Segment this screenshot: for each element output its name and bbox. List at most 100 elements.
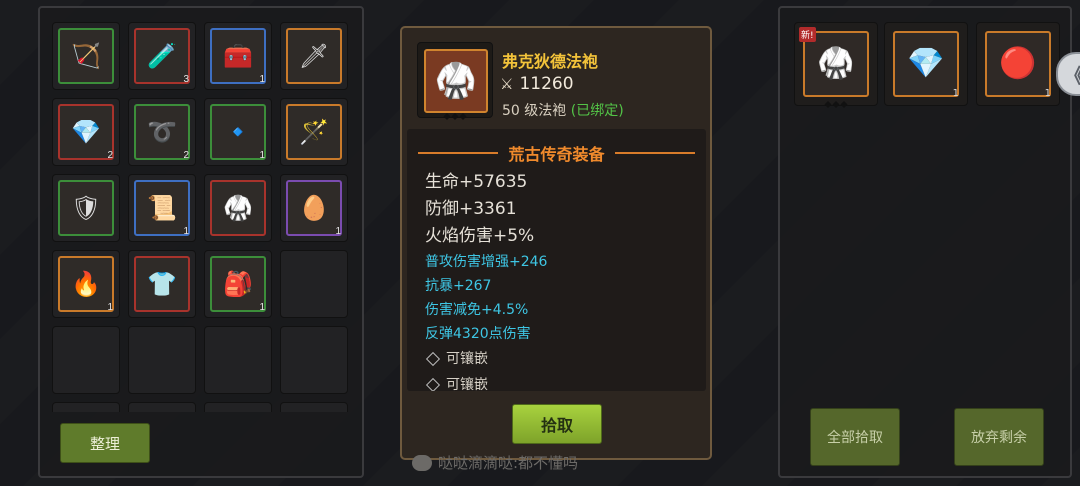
inventory-slot[interactable]: 🎒 1 [204,250,272,318]
divider-left [418,152,499,154]
rope-icon-glyph: ➰ [147,118,177,146]
inventory-slot[interactable]: 🔥 1 [52,250,120,318]
inventory-slot[interactable]: 🛡 [52,174,120,242]
inventory-grid: 🏹 🧪 3 🧰 1 🗡 💎 2 ➰ 2 🔹 1 🪄 🛡 📜 1 🥋 🥚 1 🔥 1 👕 🎒 1 [52,22,348,412]
inventory-slot-empty[interactable] [280,326,348,394]
inventory-slot-empty[interactable] [204,402,272,412]
chest-icon-glyph: 🧰 [223,42,253,70]
level-type: 级法袍 [524,103,567,119]
empty-frame [58,332,114,388]
loot-item[interactable]: 🔴 1 [976,22,1060,106]
inventory-slot-empty[interactable] [128,326,196,394]
egg-icon: 🥚 [286,180,342,236]
discard-rest-button[interactable]: 放弃剩余 [954,408,1044,466]
empty-frame [286,332,342,388]
inventory-slot[interactable]: 🥚 1 [280,174,348,242]
divider-right [614,152,695,154]
socket-slot: 可镶嵌 [425,346,547,372]
staff-icon-glyph: 🪄 [299,118,329,146]
section-title-text: 荒古传奇装备 [508,145,605,164]
egg-icon-glyph: 🥚 [299,194,329,222]
staff-icon: 🪄 [286,104,342,160]
stat-reflect: 反弹4320点伤害 [425,326,531,342]
socket-label: 可镶嵌 [446,377,488,391]
stat-damage-reduction: 伤害减免+4.5% [425,302,529,318]
inventory-slot-empty[interactable] [204,326,272,394]
loot-item[interactable]: 新! 🥋 [794,22,878,109]
crossed-swords-icon: ⚔ [500,75,514,93]
inventory-slot[interactable]: 👕 [128,250,196,318]
stat-hp: 生命+57635 [425,172,528,192]
stat-defense: 防御+3361 [425,199,517,219]
scroll-icon: 📜 [134,180,190,236]
inventory-slot[interactable]: ➰ 2 [128,98,196,166]
sort-button[interactable]: 整理 [60,423,150,463]
backpack-icon-glyph: 🎒 [223,270,253,298]
inventory-slot[interactable]: 🔹 1 [204,98,272,166]
bow-icon: 🏹 [58,28,114,84]
diamond-icon [425,377,441,391]
item-count: 1 [259,74,265,85]
item-tooltip: 🥋 弗克狄德法袍 ⚔ 11260 50 级法袍 (已绑定) 荒古传奇装备 生命+… [400,26,712,460]
empty-frame [210,332,266,388]
inventory-slot-empty[interactable] [52,402,120,412]
power-value: 11260 [519,74,574,94]
armor-icon: 🛡 [58,180,114,236]
level-number: 50 [502,103,520,119]
tooltip-body[interactable]: 荒古传奇装备 生命+57635 防御+3361 火焰伤害+5% 普攻伤害增强+2… [407,129,706,391]
section-title: 荒古传奇装备 [407,141,706,165]
star-dots [443,112,467,121]
inventory-slot-empty[interactable] [280,250,348,318]
inventory-panel: 🏹 🧪 3 🧰 1 🗡 💎 2 ➰ 2 🔹 1 🪄 🛡 📜 1 🥋 🥚 1 🔥 1 👕 🎒 1 整理 [38,6,364,478]
backpack-icon: 🎒 [210,256,266,312]
empty-frame [286,408,342,412]
stat-attack-boost: 普攻伤害增强+246 [425,254,548,270]
item-count: 1 [952,88,959,99]
item-icon-slot: 🥋 [417,42,493,121]
fire-orb-icon: 🔥 [58,256,114,312]
empty-frame [134,332,190,388]
chat-message[interactable]: 哒哒滴滴哒:都不懂吗 [412,452,578,473]
inventory-slot-empty[interactable] [128,402,196,412]
item-count: 1 [183,226,189,237]
item-power: ⚔ 11260 [500,74,574,94]
inventory-slot-empty[interactable] [280,402,348,412]
item-count: 1 [259,150,265,161]
inventory-slot[interactable]: 💎 2 [52,98,120,166]
scroll-icon-glyph: 📜 [147,194,177,222]
robe-icon-glyph: 🥋 [223,194,253,222]
empty-frame [134,408,190,412]
potion-icon-glyph: 🧪 [147,42,177,70]
sword-icon: 🗡 [286,28,342,84]
empty-frame [210,408,266,412]
loot-item[interactable]: 💎 1 [884,22,968,106]
chat-text: 哒哒滴滴哒:都不懂吗 [438,454,579,472]
robe-icon: 🥋 [424,49,488,113]
inventory-slot[interactable]: 🪄 [280,98,348,166]
red-orb-icon: 🔴 [985,31,1051,97]
pickup-all-button[interactable]: 全部拾取 [810,408,900,466]
inventory-slot[interactable]: 🗡 [280,22,348,90]
fire-orb-icon-glyph: 🔥 [71,270,101,298]
stat-fire-damage: 火焰伤害+5% [425,226,535,246]
socket-slot: 可镶嵌 [425,372,547,391]
stat-crit-resist: 抗暴+267 [425,278,492,294]
inventory-slot[interactable]: 🧰 1 [204,22,272,90]
inventory-slot-empty[interactable] [52,326,120,394]
potion-icon: 🧪 [134,28,190,84]
stats-list: 生命+57635 防御+3361 火焰伤害+5% 普攻伤害增强+246 抗暴+2… [425,169,547,391]
inventory-slot[interactable]: 🥋 [204,174,272,242]
inventory-slot[interactable]: 🏹 [52,22,120,90]
inventory-slot[interactable]: 🧪 3 [128,22,196,90]
rope-icon: ➰ [134,104,190,160]
inventory-slot[interactable]: 📜 1 [128,174,196,242]
gem-icon-glyph: 🔹 [223,118,253,146]
item-name: 弗克狄德法袍 [502,52,599,71]
loot-panel: 新! 🥋 💎 1 🔴 1 全部拾取 放弃剩余 [778,6,1072,478]
robe-icon: 🥋 [210,180,266,236]
item-count: 2 [107,150,113,161]
star-dots [824,100,848,109]
chest-icon: 🧰 [210,28,266,84]
pickup-button[interactable]: 拾取 [512,404,602,444]
crystal-icon: 💎 [58,104,114,160]
